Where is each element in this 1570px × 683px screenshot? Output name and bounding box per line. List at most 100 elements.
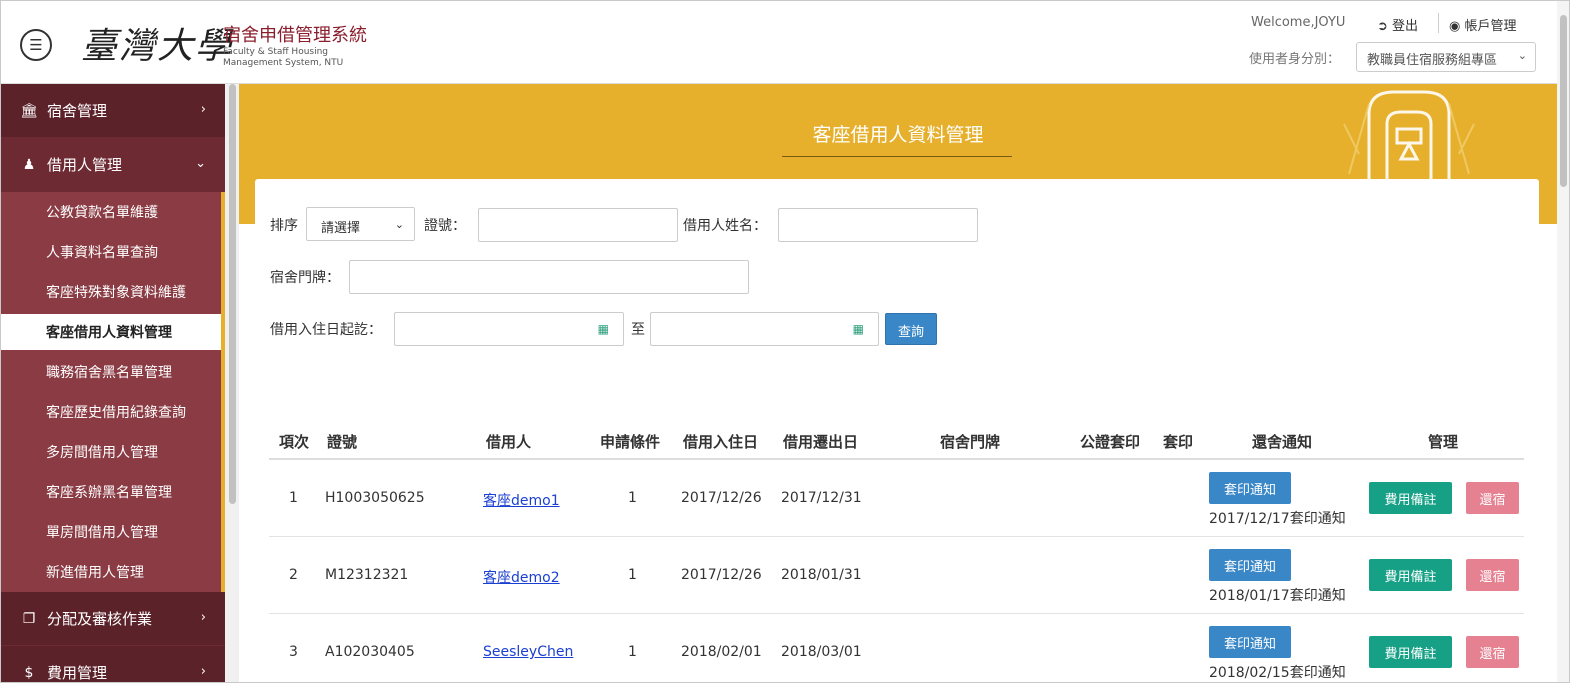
cell-checkin: 2017/12/26 bbox=[681, 567, 762, 583]
fee-note-button[interactable]: 費用備註 bbox=[1369, 559, 1452, 591]
role-value: 教職員住宿服務組專區 bbox=[1367, 53, 1498, 68]
cell-no: 3 bbox=[289, 644, 298, 660]
return-dorm-button[interactable]: 還宿 bbox=[1466, 636, 1519, 668]
col-header-checkout: 借用遷出日 bbox=[783, 433, 859, 451]
ntu-logo: 臺灣大學 bbox=[81, 26, 234, 67]
role-label: 使用者身分別： bbox=[1249, 52, 1341, 67]
role-select[interactable]: 教職員住宿服務組專區 ⌄ bbox=[1356, 42, 1536, 72]
col-header-return-notice: 還舍通知 bbox=[1252, 433, 1313, 451]
sidebar-section-dorm[interactable]: 🏛 宿舍管理 › bbox=[1, 84, 225, 137]
borrower-link[interactable]: SeesleyChen bbox=[483, 644, 573, 660]
sidebar-scrollbar[interactable] bbox=[225, 84, 239, 682]
fee-note-button[interactable]: 費用備註 bbox=[1369, 482, 1452, 514]
fee-note-button[interactable]: 費用備註 bbox=[1369, 636, 1452, 668]
sort-select[interactable]: 請選擇 ⌄ bbox=[306, 207, 415, 241]
cell-no: 2 bbox=[289, 567, 298, 583]
page-scrollbar-thumb[interactable] bbox=[1560, 15, 1567, 187]
app-window: ☰ 臺灣大學 宿舍申借管理系統 Faculty & Staff Housing … bbox=[0, 0, 1570, 683]
chevron-down-icon: ⌄ bbox=[1517, 49, 1527, 62]
notice-date: 2018/01/17套印通知 bbox=[1209, 588, 1346, 604]
system-subtitle-en-2: Management System, NTU bbox=[223, 58, 344, 68]
sidebar-item-dept-blacklist[interactable]: 客座系辦黑名單管理 bbox=[1, 474, 221, 510]
header-divider bbox=[1438, 13, 1439, 33]
ntu-bell-emblem-icon bbox=[1343, 90, 1475, 179]
sidebar-item-guest-special[interactable]: 客座特殊對象資料維護 bbox=[1, 274, 221, 310]
sidebar-item-guest-history[interactable]: 客座歷史借用紀錄查詢 bbox=[1, 394, 221, 430]
cell-borrower: SeesleyChen bbox=[483, 644, 573, 660]
print-notice-button[interactable]: 套印通知 bbox=[1209, 549, 1291, 581]
query-button[interactable]: 查詢 bbox=[885, 313, 938, 345]
cell-condition: 1 bbox=[628, 567, 637, 583]
calendar-icon[interactable]: ▦ bbox=[598, 322, 609, 336]
hamburger-menu-icon[interactable]: ☰ bbox=[20, 29, 52, 61]
logout-label: 登出 bbox=[1392, 19, 1419, 34]
print-notice-button[interactable]: 套印通知 bbox=[1209, 472, 1291, 504]
notice-date: 2018/02/15套印通知 bbox=[1209, 665, 1346, 681]
user-circle-icon: ◉ bbox=[1449, 19, 1461, 34]
door-label: 宿舍門牌： bbox=[270, 270, 340, 286]
cell-id: M12312321 bbox=[325, 567, 409, 583]
door-input[interactable] bbox=[349, 260, 749, 294]
cell-no: 1 bbox=[289, 490, 298, 506]
calendar-icon[interactable]: ▦ bbox=[853, 322, 864, 336]
sidebar-section-borrower[interactable]: ♟ 借用人管理 ⌄ bbox=[1, 138, 225, 191]
title-underline bbox=[782, 156, 1012, 157]
logout-link[interactable]: ➲ 登出 bbox=[1377, 15, 1418, 34]
cell-id: A102030405 bbox=[325, 644, 415, 660]
sidebar-item-personnel-query[interactable]: 人事資料名單查詢 bbox=[1, 234, 221, 270]
sidebar-item-single-room[interactable]: 單房間借用人管理 bbox=[1, 514, 221, 550]
col-header-manage: 管理 bbox=[1428, 433, 1459, 451]
chevron-right-icon: › bbox=[200, 610, 206, 625]
chevron-down-icon: ⌄ bbox=[394, 218, 404, 231]
return-dorm-button[interactable]: 還宿 bbox=[1466, 482, 1519, 514]
borrower-link[interactable]: 客座demo1 bbox=[483, 493, 560, 509]
date-to-input[interactable]: ▦ bbox=[650, 312, 879, 346]
borrower-name-input[interactable] bbox=[778, 208, 978, 242]
sidebar-section-fees[interactable]: $ 費用管理 › bbox=[1, 646, 225, 682]
cell-id: H1003050625 bbox=[325, 490, 425, 506]
sidebar-item-multi-room[interactable]: 多房間借用人管理 bbox=[1, 434, 221, 470]
sidebar-section-allocation[interactable]: ❐ 分配及審核作業 › bbox=[1, 592, 225, 645]
borrower-name-label: 借用人姓名： bbox=[683, 218, 767, 234]
chevron-right-icon: › bbox=[200, 102, 206, 117]
borrower-link[interactable]: 客座demo2 bbox=[483, 570, 560, 586]
print-notice-button[interactable]: 套印通知 bbox=[1209, 626, 1291, 658]
page-scrollbar[interactable] bbox=[1557, 1, 1569, 682]
sidebar-item-guest-borrower[interactable]: 客座借用人資料管理 bbox=[1, 314, 221, 350]
id-label: 證號： bbox=[424, 218, 466, 234]
col-header-id: 證號 bbox=[327, 433, 358, 451]
col-header-notary-print: 公證套印 bbox=[1080, 433, 1141, 451]
sidebar-scrollbar-thumb[interactable] bbox=[229, 84, 236, 504]
sidebar-item-blacklist[interactable]: 職務宿舍黑名單管理 bbox=[1, 354, 221, 390]
col-header-checkin: 借用入住日 bbox=[683, 433, 759, 451]
date-from-input[interactable]: ▦ bbox=[394, 312, 624, 346]
table-header-divider bbox=[269, 458, 1524, 460]
sidebar-item-loan-list[interactable]: 公教貸款名單維護 bbox=[1, 194, 221, 230]
sidebar-section-label: 借用人管理 bbox=[47, 156, 123, 174]
chevron-right-icon: › bbox=[200, 664, 206, 679]
sidebar-section-label: 分配及審核作業 bbox=[47, 610, 153, 628]
row-divider bbox=[269, 613, 1524, 614]
cell-borrower: 客座demo2 bbox=[483, 567, 560, 587]
user-icon: ♟ bbox=[22, 156, 36, 173]
system-subtitle-en-1: Faculty & Staff Housing bbox=[223, 47, 329, 57]
search-panel: 排序 請選擇 ⌄ 證號： 借用人姓名： 宿舍門牌： 借用入住日起訖： ▦ 至 ▦… bbox=[255, 179, 1539, 364]
sort-value: 請選擇 bbox=[321, 221, 361, 236]
return-dorm-button[interactable]: 還宿 bbox=[1466, 559, 1519, 591]
sidebar-section-label: 宿舍管理 bbox=[47, 102, 108, 120]
cell-checkout: 2017/12/31 bbox=[781, 490, 862, 506]
results-panel: 項次 證號 借用人 申請條件 借用入住日 借用遷出日 宿舍門牌 公證套印 套印 … bbox=[255, 384, 1539, 682]
dollar-icon: $ bbox=[24, 664, 34, 681]
notice-date: 2017/12/17套印通知 bbox=[1209, 511, 1346, 527]
cell-checkout: 2018/03/01 bbox=[781, 644, 862, 660]
welcome-text: Welcome,JOYU bbox=[1251, 15, 1346, 30]
cell-borrower: 客座demo1 bbox=[483, 490, 560, 510]
sidebar-item-new-borrower[interactable]: 新進借用人管理 bbox=[1, 554, 221, 590]
logout-icon: ➲ bbox=[1377, 19, 1388, 34]
cell-condition: 1 bbox=[628, 644, 637, 660]
col-header-door: 宿舍門牌 bbox=[940, 433, 1001, 451]
id-input[interactable] bbox=[478, 208, 678, 242]
account-link[interactable]: ◉ 帳戶管理 bbox=[1449, 15, 1517, 34]
cell-checkout: 2018/01/31 bbox=[781, 567, 862, 583]
row-divider bbox=[269, 536, 1524, 537]
